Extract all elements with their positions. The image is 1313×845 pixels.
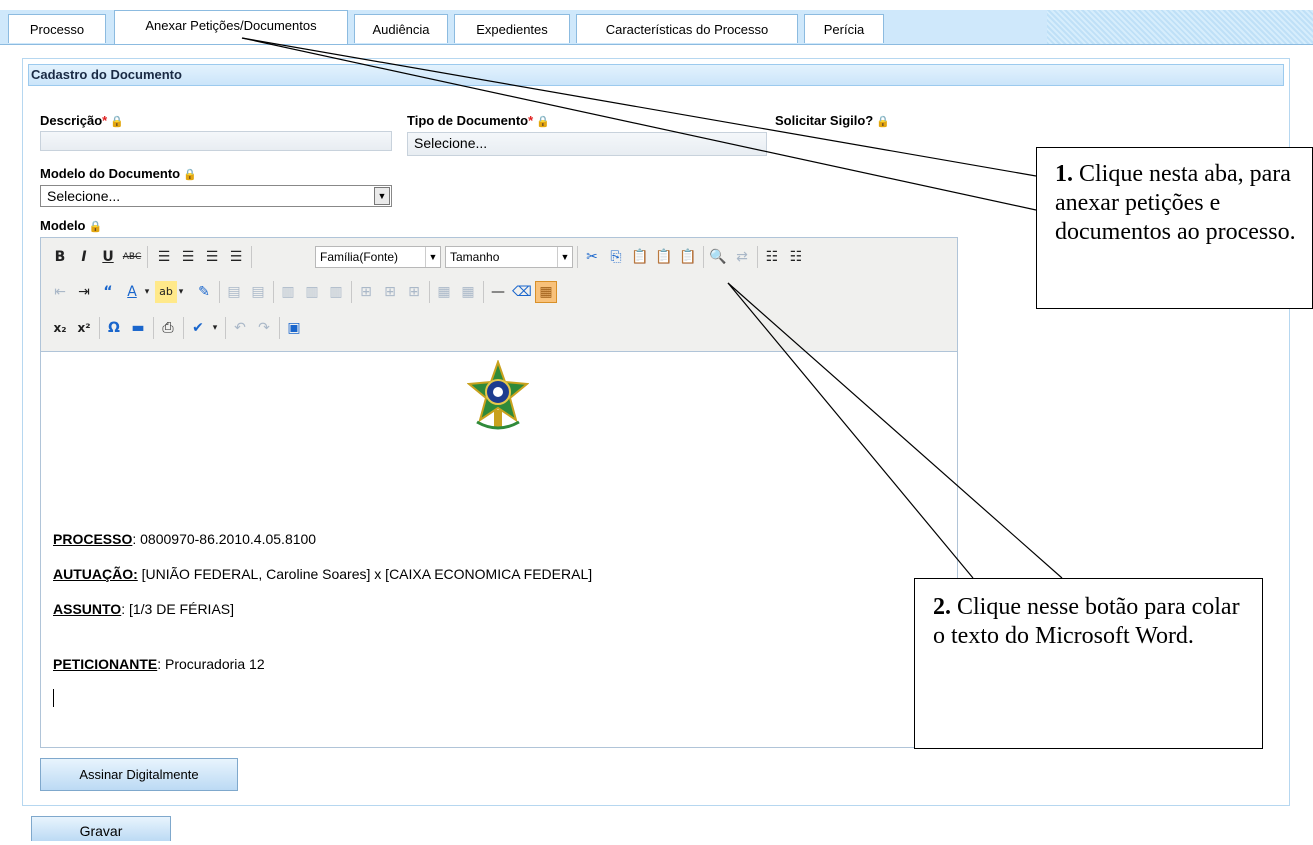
callout-1-number: 1. <box>1055 161 1073 187</box>
callout-2-number: 2. <box>933 594 951 620</box>
callout-step-1: 1. Clique nesta aba, para anexar petiçõe… <box>1036 147 1313 309</box>
callout-step-2: 2. Clique nesse botão para colar o texto… <box>914 578 1263 749</box>
callout-2-text: Clique nesse botão para colar o texto do… <box>933 594 1240 649</box>
callout-1-text: Clique nesta aba, para anexar petições e… <box>1055 161 1296 245</box>
